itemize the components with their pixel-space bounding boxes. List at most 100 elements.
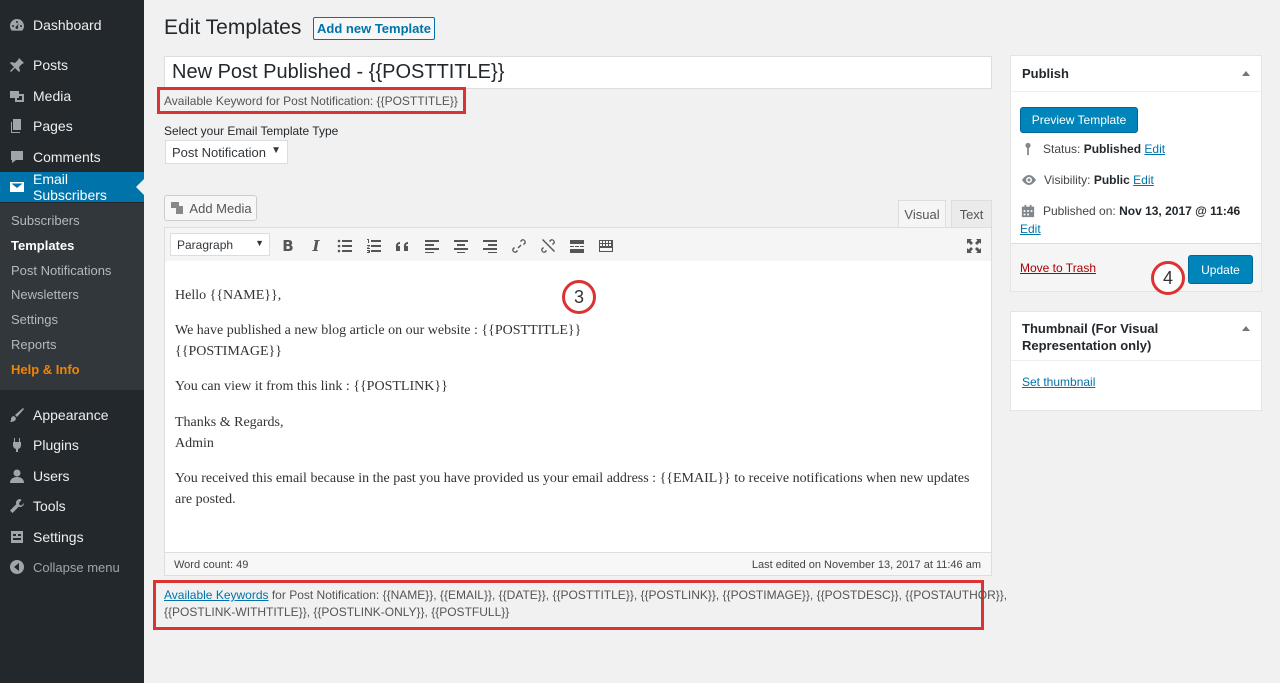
- thumbnail-box-title: Thumbnail (For Visual Representation onl…: [1022, 320, 1158, 354]
- add-media-label: Add Media: [189, 200, 252, 216]
- update-button[interactable]: Update: [1188, 255, 1253, 284]
- set-thumbnail-link[interactable]: Set thumbnail: [1022, 375, 1095, 389]
- menu-plugins[interactable]: Plugins: [0, 430, 144, 460]
- content-postimage: {{POSTIMAGE}}: [175, 344, 282, 359]
- chevron-down-icon: ▼: [271, 145, 281, 156]
- tab-text[interactable]: Text: [951, 200, 992, 228]
- thumbnail-title-line2: Representation only): [1022, 338, 1152, 353]
- visibility-row: Visibility: Public Edit: [1021, 173, 1154, 187]
- numbered-list-icon[interactable]: [364, 236, 384, 256]
- status-value: Published: [1083, 142, 1142, 156]
- step-4-annotation: 4: [1151, 261, 1185, 295]
- thumbnail-title-line1: Thumbnail (For Visual: [1022, 321, 1159, 336]
- menu-label: Appearance: [33, 407, 109, 423]
- menu-label: Email Subscribers: [33, 171, 107, 203]
- envelope-icon: [9, 179, 25, 195]
- align-center-icon[interactable]: [451, 236, 471, 256]
- link-icon[interactable]: [509, 236, 529, 256]
- menu-media[interactable]: Media: [0, 81, 144, 111]
- move-to-trash-link[interactable]: Move to Trash: [1020, 261, 1096, 275]
- menu-label: Comments: [33, 149, 101, 165]
- publish-box-title: Publish: [1022, 66, 1069, 81]
- toolbar-toggle-icon[interactable]: [596, 236, 616, 256]
- last-edited: Last edited on November 13, 2017 at 11:4…: [751, 559, 981, 571]
- menu-label: Users: [33, 468, 70, 484]
- menu-label: Plugins: [33, 437, 79, 453]
- menu-posts[interactable]: Posts: [0, 50, 144, 80]
- visibility-value: Public: [1093, 173, 1130, 187]
- menu-label: Settings: [33, 529, 84, 545]
- content-greeting: Hello {{NAME}},: [175, 288, 282, 303]
- template-type-select[interactable]: Post Notification ▼: [165, 140, 288, 164]
- submenu-help-info[interactable]: Help & Info: [11, 362, 80, 377]
- format-select[interactable]: Paragraph ▼: [170, 233, 270, 256]
- email-subscribers-submenu: Subscribers Templates Post Notifications…: [0, 203, 144, 390]
- submenu-post-notifications[interactable]: Post Notifications: [11, 263, 111, 278]
- menu-settings[interactable]: Settings: [0, 522, 144, 552]
- visibility-edit-link[interactable]: Edit: [1133, 173, 1154, 187]
- template-type-label: Select your Email Template Type: [164, 124, 339, 138]
- divider: [1011, 360, 1261, 361]
- blockquote-icon[interactable]: [393, 236, 413, 256]
- eye-icon: [1022, 175, 1036, 185]
- align-left-icon[interactable]: [422, 236, 442, 256]
- published-on-edit-link[interactable]: Edit: [1020, 222, 1041, 236]
- pages-icon: [9, 118, 25, 134]
- available-keywords-line2: {{POSTLINK-WITHTITLE}}, {{POSTLINK-ONLY}…: [164, 605, 510, 619]
- unlink-icon[interactable]: [538, 236, 558, 256]
- menu-dashboard[interactable]: Dashboard: [0, 10, 144, 40]
- calendar-icon: [1021, 204, 1035, 218]
- menu-comments[interactable]: Comments: [0, 142, 144, 172]
- published-on-row: Published on: Nov 13, 2017 @ 11:46: [1021, 204, 1240, 218]
- tab-visual[interactable]: Visual: [898, 200, 946, 228]
- menu-label: Tools: [33, 498, 66, 514]
- published-on-value: Nov 13, 2017 @ 11:46: [1119, 204, 1241, 218]
- content-link-line: You can view it from this link : {{POSTL…: [175, 379, 448, 394]
- template-title-input[interactable]: New Post Published - {{POSTTITLE}}: [164, 56, 992, 89]
- menu-label: Dashboard: [33, 17, 102, 33]
- align-right-icon[interactable]: [480, 236, 500, 256]
- keyword-hint: Available Keyword for Post Notification:…: [164, 94, 458, 108]
- menu-appearance[interactable]: Appearance: [0, 400, 144, 430]
- status-edit-link[interactable]: Edit: [1144, 142, 1165, 156]
- menu-pages[interactable]: Pages: [0, 111, 144, 141]
- preview-template-button[interactable]: Preview Template: [1020, 107, 1138, 133]
- menu-tools[interactable]: Tools: [0, 491, 144, 521]
- editor-statusbar: Word count: 49 Last edited on November 1…: [164, 552, 992, 576]
- chevron-down-icon: ▼: [255, 238, 264, 248]
- bullet-list-icon[interactable]: [335, 236, 355, 256]
- italic-icon[interactable]: I: [306, 236, 326, 256]
- media-icon: [9, 88, 25, 104]
- content-published-line: We have published a new blog article on …: [175, 323, 582, 338]
- fullscreen-icon[interactable]: [964, 236, 984, 256]
- collapse-up-icon[interactable]: [1242, 326, 1250, 331]
- collapse-menu-button[interactable]: Collapse menu: [0, 552, 144, 582]
- bold-icon[interactable]: B: [278, 236, 298, 256]
- submenu-subscribers[interactable]: Subscribers: [11, 213, 80, 228]
- submenu-newsletters[interactable]: Newsletters: [11, 287, 79, 302]
- settings-icon: [9, 529, 25, 545]
- available-keywords-link[interactable]: Available Keywords: [164, 588, 269, 602]
- submenu-settings[interactable]: Settings: [11, 312, 58, 327]
- add-new-template-button[interactable]: Add new Template: [313, 17, 435, 40]
- menu-label: Posts: [33, 57, 69, 73]
- visibility-label: Visibility:: [1044, 173, 1091, 187]
- read-more-icon[interactable]: [567, 236, 587, 256]
- step-3-annotation: 3: [562, 280, 596, 314]
- published-on-label: Published on:: [1043, 204, 1116, 218]
- editor-toolbar: Paragraph ▼ B I: [164, 227, 992, 262]
- dashboard-icon: [9, 17, 25, 33]
- wrench-icon: [9, 498, 25, 514]
- menu-users[interactable]: Users: [0, 461, 144, 491]
- submenu-templates[interactable]: Templates: [11, 238, 74, 253]
- collapse-up-icon[interactable]: [1242, 71, 1250, 76]
- content-footer-line1: You received this email because in the p…: [175, 471, 970, 486]
- submenu-reports[interactable]: Reports: [11, 337, 57, 352]
- user-icon: [9, 468, 25, 484]
- menu-email-subscribers[interactable]: Email Subscribers: [0, 171, 144, 203]
- pin-icon: [1025, 142, 1031, 156]
- keywords-list-1: for Post Notification: {{NAME}}, {{EMAIL…: [268, 588, 1008, 602]
- format-select-value: Paragraph: [177, 237, 234, 252]
- add-media-button[interactable]: Add Media: [164, 195, 257, 221]
- available-keywords-line1: Available Keywords for Post Notification…: [164, 588, 1007, 602]
